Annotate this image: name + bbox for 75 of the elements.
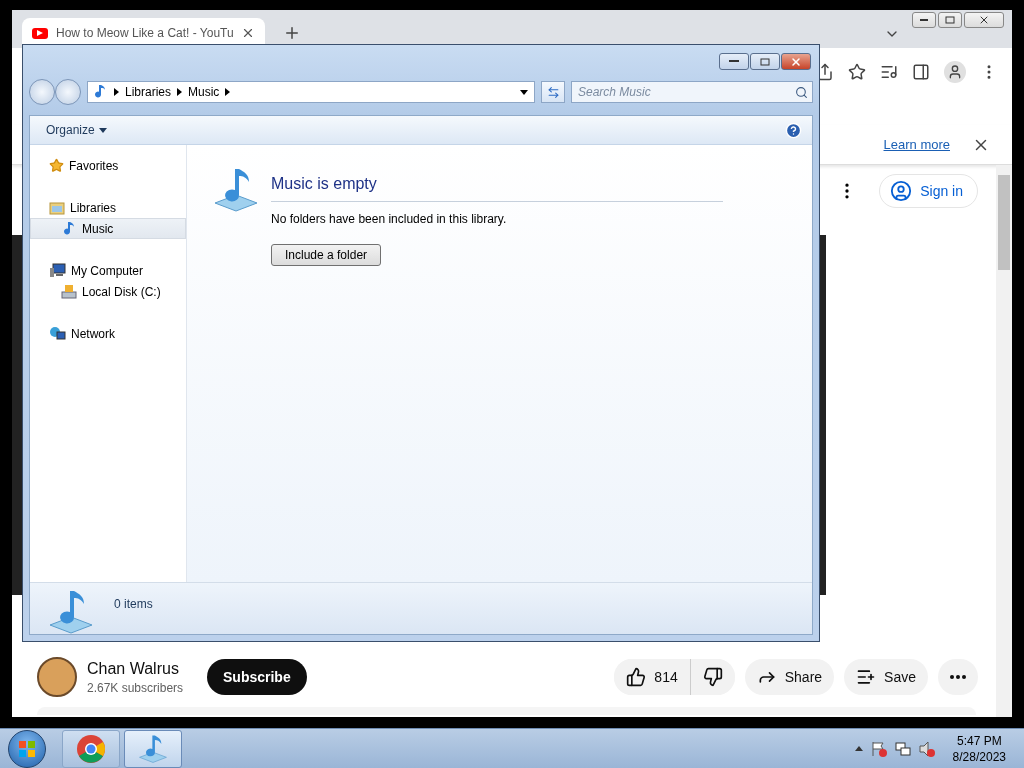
subscribe-button[interactable]: Subscribe (207, 659, 307, 695)
refresh-button[interactable] (541, 81, 565, 103)
breadcrumb-item[interactable]: Libraries (125, 85, 172, 99)
save-button[interactable]: Save (844, 659, 928, 695)
more-button[interactable] (938, 659, 978, 695)
close-icon (790, 55, 802, 68)
drive-icon (61, 284, 77, 299)
more-icon (950, 675, 966, 679)
avatar (37, 657, 77, 697)
taskbar-button[interactable] (124, 729, 182, 768)
profile-icon[interactable] (944, 60, 966, 83)
breadcrumb-item[interactable]: Music (188, 85, 220, 99)
channel-name[interactable]: Chan Walrus (87, 659, 197, 678)
music-note-icon (61, 220, 77, 237)
minimize-button[interactable] (719, 53, 749, 70)
arrow-icon (114, 88, 119, 96)
empty-title: Music is empty (271, 165, 723, 202)
user-icon (890, 180, 913, 202)
nav-item[interactable]: Network (30, 323, 186, 344)
close-button[interactable] (781, 53, 811, 70)
video-site-icon (32, 27, 48, 39)
minimize-button[interactable] (912, 12, 936, 28)
folder-icon (49, 200, 65, 215)
star-icon (49, 158, 64, 173)
help-icon[interactable] (785, 121, 802, 139)
arrow-icon (225, 88, 231, 96)
show-hidden-icons[interactable] (854, 746, 863, 751)
flag-icon[interactable] (870, 740, 887, 757)
share-button[interactable]: Share (744, 659, 835, 695)
empty-message: No folders have been included in this library. (271, 212, 508, 226)
taskbar-button[interactable] (62, 729, 120, 768)
maximize-icon (945, 16, 955, 24)
dropdown-icon[interactable] (520, 89, 528, 95)
caret-icon (98, 127, 107, 133)
nav-item[interactable]: Libraries (30, 197, 186, 218)
close-button[interactable] (964, 12, 1004, 28)
new-tab-icon[interactable] (283, 24, 301, 42)
scrollbar[interactable] (996, 165, 1012, 717)
chrome-icon (76, 733, 106, 764)
address-bar[interactable]: Libraries Music (87, 81, 535, 103)
side-panel-icon[interactable] (912, 62, 930, 81)
start-button[interactable] (8, 729, 46, 768)
item-count: 0 items (114, 597, 153, 611)
clock[interactable]: 5:47 PM 8/28/2023 (952, 733, 1006, 764)
nav-item[interactable]: Music (30, 218, 186, 239)
forward-button[interactable] (55, 79, 81, 105)
computer-icon (49, 263, 66, 278)
search-field[interactable]: Search Music (571, 81, 813, 103)
nav-item[interactable]: My Computer (30, 260, 186, 281)
search-icon (795, 86, 808, 99)
thumbs-up-icon (626, 667, 647, 687)
sign-in-button[interactable]: Sign in (879, 174, 978, 208)
network-icon[interactable] (894, 740, 911, 757)
maximize-button[interactable] (750, 53, 780, 70)
refresh-icon (546, 85, 560, 99)
volume-icon[interactable] (918, 740, 935, 757)
minimize-icon (920, 18, 928, 22)
learn-more-link[interactable]: Learn more (883, 137, 950, 152)
arrow-icon (177, 88, 183, 96)
windows-logo-icon (18, 739, 36, 758)
music-note-icon (92, 84, 108, 100)
include-folder-button[interactable]: Include a folder (271, 244, 382, 266)
thumbs-down-icon (702, 667, 723, 687)
bookmark-star-icon[interactable] (848, 62, 866, 81)
nav-item[interactable]: Favorites (30, 155, 186, 176)
globe-icon (49, 326, 66, 341)
minimize-icon (729, 60, 739, 63)
back-button[interactable] (29, 79, 55, 105)
close-icon (978, 14, 990, 26)
close-icon[interactable] (241, 26, 255, 40)
maximize-icon (760, 57, 770, 66)
playlist-add-icon (856, 667, 877, 687)
subscriber-count: 2.67K subscribers (87, 680, 185, 695)
nav-item[interactable]: Local Disk (C:) (30, 281, 186, 302)
organize-menu[interactable]: Organize (46, 123, 107, 137)
